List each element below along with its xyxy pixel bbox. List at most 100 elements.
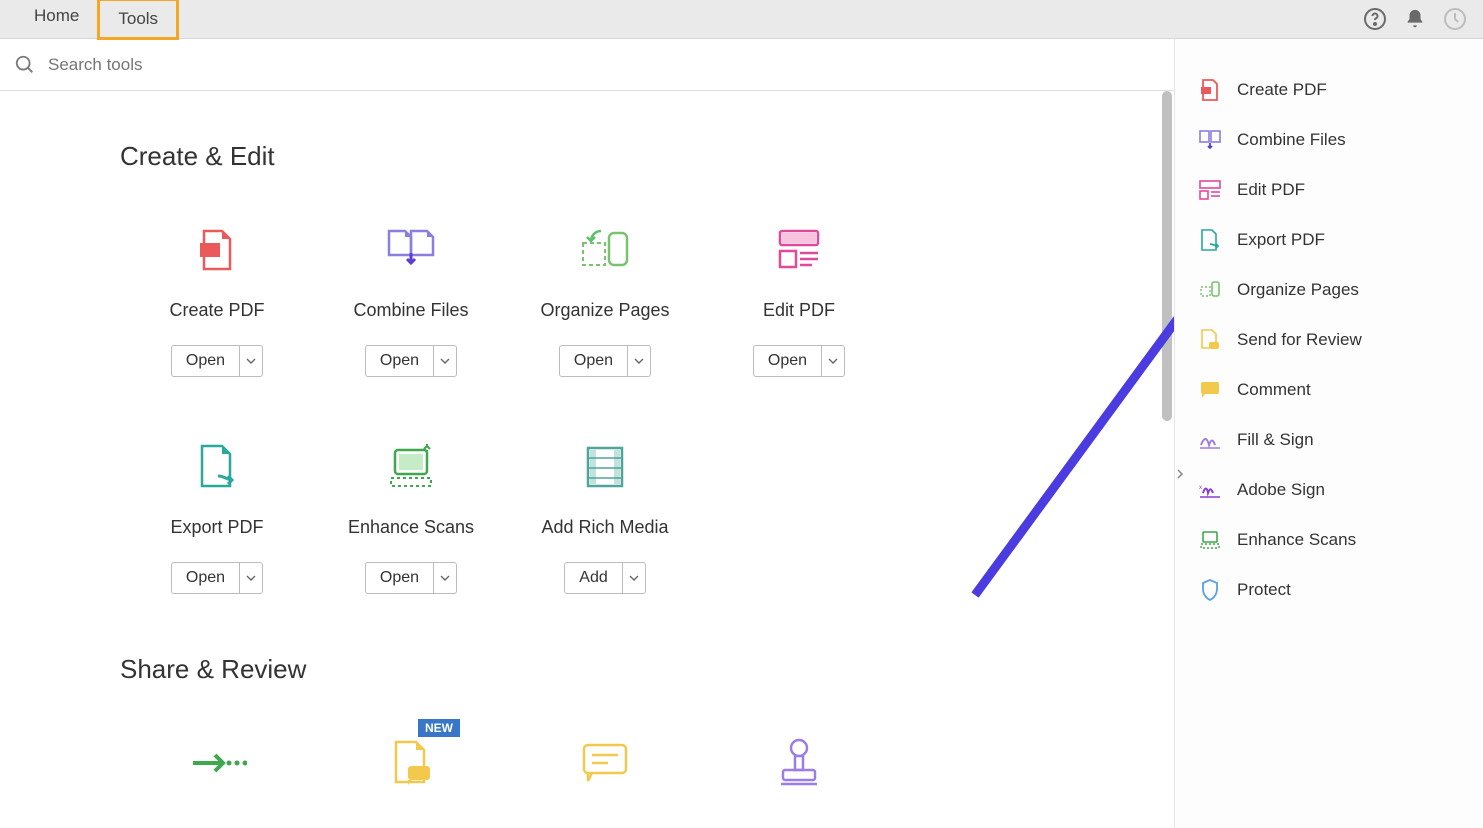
tool-label: Create PDF (120, 300, 314, 321)
protect-icon (1199, 579, 1221, 601)
tab-home[interactable]: Home (16, 0, 97, 40)
sidebar-item-label: Create PDF (1237, 80, 1327, 100)
sidebar-item-create-pdf[interactable]: Create PDF (1199, 65, 1459, 115)
topbar: Home Tools (0, 0, 1483, 39)
organize-pages-icon (1199, 279, 1221, 301)
tool-label: Enhance Scans (314, 517, 508, 538)
search-icon (14, 54, 36, 76)
chevron-down-icon[interactable] (628, 346, 650, 376)
chevron-down-icon[interactable] (434, 563, 456, 593)
sidebar-item-label: Edit PDF (1237, 180, 1305, 200)
tool-button[interactable]: Open (559, 345, 651, 377)
chevron-down-icon[interactable] (822, 346, 844, 376)
tool-button[interactable]: Open (365, 345, 457, 377)
tool-button-main[interactable]: Open (172, 346, 240, 376)
export-pdf-icon (120, 437, 314, 497)
tool-combine-files[interactable]: Combine Files Open (314, 220, 508, 377)
tool-label: Export PDF (120, 517, 314, 538)
tool-button-main[interactable]: Open (366, 346, 434, 376)
tool-button[interactable]: Open (365, 562, 457, 594)
sidebar-collapse-handle[interactable] (1174, 459, 1186, 489)
activity-icon[interactable] (1443, 7, 1467, 31)
main-tabs: Home Tools (16, 0, 179, 40)
edit-pdf-icon (702, 220, 896, 280)
tool-send-for-review[interactable]: NEW (314, 733, 508, 813)
enhance-scans-icon (314, 437, 508, 497)
sidebar-item-combine-files[interactable]: Combine Files (1199, 115, 1459, 165)
tool-share[interactable] (120, 733, 314, 813)
chevron-down-icon[interactable] (434, 346, 456, 376)
sidebar-item-label: Comment (1237, 380, 1311, 400)
sidebar-item-label: Fill & Sign (1237, 430, 1314, 450)
tool-stamp[interactable] (702, 733, 896, 813)
section-title-share-review: Share & Review (120, 654, 1054, 685)
search-input[interactable] (48, 55, 1160, 75)
combine-files-icon (1199, 129, 1221, 151)
create-pdf-icon (1199, 79, 1221, 101)
new-badge: NEW (418, 719, 460, 737)
tool-button[interactable]: Open (171, 562, 263, 594)
share-arrow-icon (120, 733, 314, 793)
tool-comment[interactable] (508, 733, 702, 813)
comment-icon (1199, 379, 1221, 401)
combine-files-icon (314, 220, 508, 280)
tool-button[interactable]: Open (753, 345, 845, 377)
sidebar-item-label: Enhance Scans (1237, 530, 1356, 550)
sidebar-item-label: Send for Review (1237, 330, 1362, 350)
tool-button-main[interactable]: Add (565, 563, 622, 593)
tab-tools[interactable]: Tools (97, 0, 179, 40)
chevron-down-icon[interactable] (623, 563, 645, 593)
tool-button-main[interactable]: Open (754, 346, 822, 376)
send-for-review-icon (314, 733, 508, 793)
tool-add-rich-media[interactable]: Add Rich Media Add (508, 437, 702, 594)
sidebar-item-adobe-sign[interactable]: x Adobe Sign (1199, 465, 1459, 515)
fill-sign-icon (1199, 429, 1221, 451)
right-sidebar: Create PDF Combine Files Edit PDF Export… (1174, 39, 1483, 828)
tool-button[interactable]: Add (564, 562, 645, 594)
edit-pdf-icon (1199, 179, 1221, 201)
sidebar-item-comment[interactable]: Comment (1199, 365, 1459, 415)
sidebar-item-label: Protect (1237, 580, 1291, 600)
tool-label: Combine Files (314, 300, 508, 321)
comment-icon (508, 733, 702, 793)
sidebar-item-label: Combine Files (1237, 130, 1346, 150)
tool-export-pdf[interactable]: Export PDF Open (120, 437, 314, 594)
section-title-create-edit: Create & Edit (120, 141, 1054, 172)
sidebar-item-protect[interactable]: Protect (1199, 565, 1459, 615)
tool-button-main[interactable]: Open (172, 563, 240, 593)
bell-icon[interactable] (1403, 7, 1427, 31)
stamp-icon (702, 733, 896, 793)
sidebar-item-fill-sign[interactable]: Fill & Sign (1199, 415, 1459, 465)
search-bar (0, 39, 1174, 91)
rich-media-icon (508, 437, 702, 497)
sidebar-item-export-pdf[interactable]: Export PDF (1199, 215, 1459, 265)
chevron-down-icon[interactable] (240, 346, 262, 376)
sidebar-item-edit-pdf[interactable]: Edit PDF (1199, 165, 1459, 215)
tool-enhance-scans[interactable]: Enhance Scans Open (314, 437, 508, 594)
organize-pages-icon (508, 220, 702, 280)
tool-organize-pages[interactable]: Organize Pages Open (508, 220, 702, 377)
tool-button[interactable]: Open (171, 345, 263, 377)
scrollbar-thumb[interactable] (1162, 91, 1172, 421)
tool-label: Edit PDF (702, 300, 896, 321)
sidebar-item-label: Export PDF (1237, 230, 1325, 250)
main-panel: Create & Edit Create PDF Open (0, 39, 1174, 828)
sidebar-item-enhance-scans[interactable]: Enhance Scans (1199, 515, 1459, 565)
chevron-down-icon[interactable] (240, 563, 262, 593)
adobe-sign-icon: x (1199, 479, 1221, 501)
tool-edit-pdf[interactable]: Edit PDF Open (702, 220, 896, 377)
tool-create-pdf[interactable]: Create PDF Open (120, 220, 314, 377)
sidebar-item-label: Adobe Sign (1237, 480, 1325, 500)
export-pdf-icon (1199, 229, 1221, 251)
svg-text:x: x (1199, 485, 1202, 491)
enhance-scans-icon (1199, 529, 1221, 551)
tool-label: Add Rich Media (508, 517, 702, 538)
sidebar-item-label: Organize Pages (1237, 280, 1359, 300)
sidebar-item-send-for-review[interactable]: Send for Review (1199, 315, 1459, 365)
sidebar-item-organize-pages[interactable]: Organize Pages (1199, 265, 1459, 315)
tool-label: Organize Pages (508, 300, 702, 321)
help-icon[interactable] (1363, 7, 1387, 31)
send-for-review-icon (1199, 329, 1221, 351)
tool-button-main[interactable]: Open (366, 563, 434, 593)
tool-button-main[interactable]: Open (560, 346, 628, 376)
